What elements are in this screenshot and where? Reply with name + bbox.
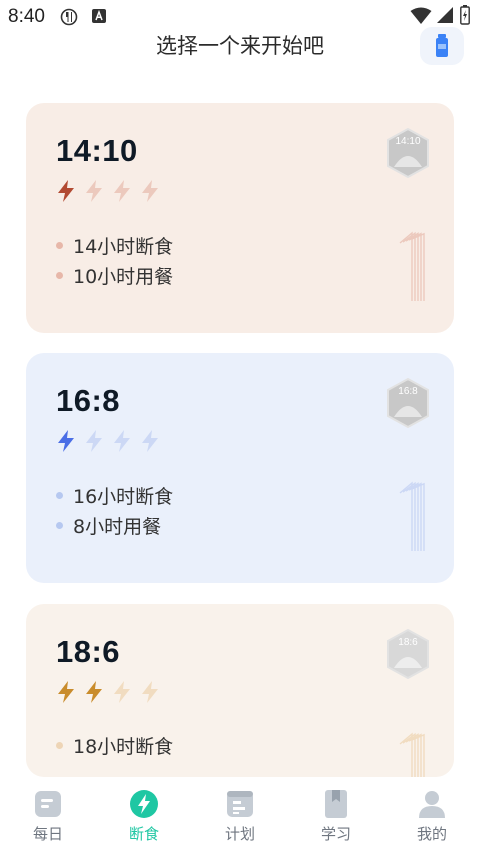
- lightning-icon: [86, 681, 102, 703]
- battery-icon: [460, 5, 470, 29]
- hexagon-badge-icon: [387, 628, 429, 680]
- profile-icon: [419, 791, 445, 818]
- tab-learn[interactable]: 学习: [288, 777, 384, 853]
- tab-fasting-label: 断食: [128, 825, 159, 843]
- bullet-dot: [56, 492, 63, 499]
- decorative-one-icon: [399, 481, 425, 551]
- plan-name: 18:6: [56, 634, 121, 669]
- plan-card[interactable]: 16:8 16小时断食 8小时用餐 16:8: [26, 353, 454, 583]
- fasting-hours-item: 14小时断食: [56, 232, 173, 259]
- eating-hours-item: 8小时用餐: [56, 512, 161, 539]
- difficulty-rating: [56, 429, 168, 453]
- wifi-icon: [410, 7, 432, 29]
- difficulty-rating: [56, 680, 168, 704]
- page-title: 选择一个来开始吧: [156, 34, 324, 58]
- learn-icon: [325, 790, 347, 818]
- lightning-icon: [142, 430, 158, 452]
- fasting-hours-text: 16小时断食: [73, 486, 174, 508]
- tab-daily[interactable]: 每日: [0, 777, 96, 853]
- lightning-icon: [86, 180, 102, 202]
- decorative-one-icon: [399, 231, 425, 301]
- bullet-dot: [56, 522, 63, 529]
- fasting-icon: [130, 790, 158, 818]
- plan-card[interactable]: 18:6 18小时断食 18:6: [26, 604, 454, 777]
- tab-fasting[interactable]: 断食: [96, 777, 192, 853]
- eating-hours-text: 10小时用餐: [73, 266, 174, 288]
- water-bottle-icon: [436, 34, 448, 57]
- fasting-hours-item: 16小时断食: [56, 482, 173, 509]
- daily-icon: [35, 791, 61, 817]
- hexagon-badge-icon: [387, 127, 429, 179]
- fasting-hours-text: 18小时断食: [73, 736, 174, 758]
- plan-badge-label: 16:8: [398, 386, 418, 397]
- app-notification-icon: [60, 8, 78, 30]
- eating-hours-item: 10小时用餐: [56, 262, 173, 289]
- lightning-icon: [58, 681, 74, 703]
- plan-badge-label: 18:6: [398, 637, 418, 648]
- lightning-icon: [58, 430, 74, 452]
- fasting-hours-text: 14小时断食: [73, 236, 174, 258]
- tab-learn-label: 学习: [320, 825, 351, 843]
- tab-plan-label: 计划: [224, 825, 255, 843]
- bullet-dot: [56, 742, 63, 749]
- bullet-dot: [56, 272, 63, 279]
- tab-profile-label: 我的: [416, 825, 447, 843]
- tab-daily-label: 每日: [32, 825, 63, 843]
- lightning-icon: [142, 681, 158, 703]
- status-bar: 8:40: [0, 0, 480, 32]
- lightning-icon: [114, 180, 130, 202]
- plan-badge: 18:6: [384, 628, 432, 680]
- plan-badge: 16:8: [384, 377, 432, 429]
- lightning-icon: [114, 430, 130, 452]
- lightning-icon: [114, 681, 130, 703]
- app-a-icon: [91, 8, 107, 28]
- status-time: 8:40: [8, 6, 45, 27]
- bottom-tab-bar: 每日 断食 计划 学习 我的: [0, 777, 480, 853]
- lightning-icon: [86, 430, 102, 452]
- signal-icon: [436, 6, 454, 28]
- tab-plan[interactable]: 计划: [192, 777, 288, 853]
- bullet-dot: [56, 242, 63, 249]
- tab-profile[interactable]: 我的: [384, 777, 480, 853]
- difficulty-rating: [56, 179, 168, 203]
- lightning-icon: [142, 180, 158, 202]
- fasting-hours-item: 18小时断食: [56, 732, 173, 759]
- water-bottle-button[interactable]: [420, 27, 464, 65]
- eating-hours-text: 8小时用餐: [73, 516, 162, 538]
- plan-name: 16:8: [56, 383, 121, 418]
- plan-icon: [227, 791, 253, 817]
- hexagon-badge-icon: [387, 377, 429, 429]
- plan-card[interactable]: 14:10 14小时断食 10小时用餐 14:10: [26, 103, 454, 333]
- plan-badge: 14:10: [384, 127, 432, 179]
- plan-name: 14:10: [56, 133, 138, 168]
- plan-badge-label: 14:10: [395, 136, 421, 147]
- lightning-icon: [58, 180, 74, 202]
- decorative-one-icon: [399, 732, 425, 777]
